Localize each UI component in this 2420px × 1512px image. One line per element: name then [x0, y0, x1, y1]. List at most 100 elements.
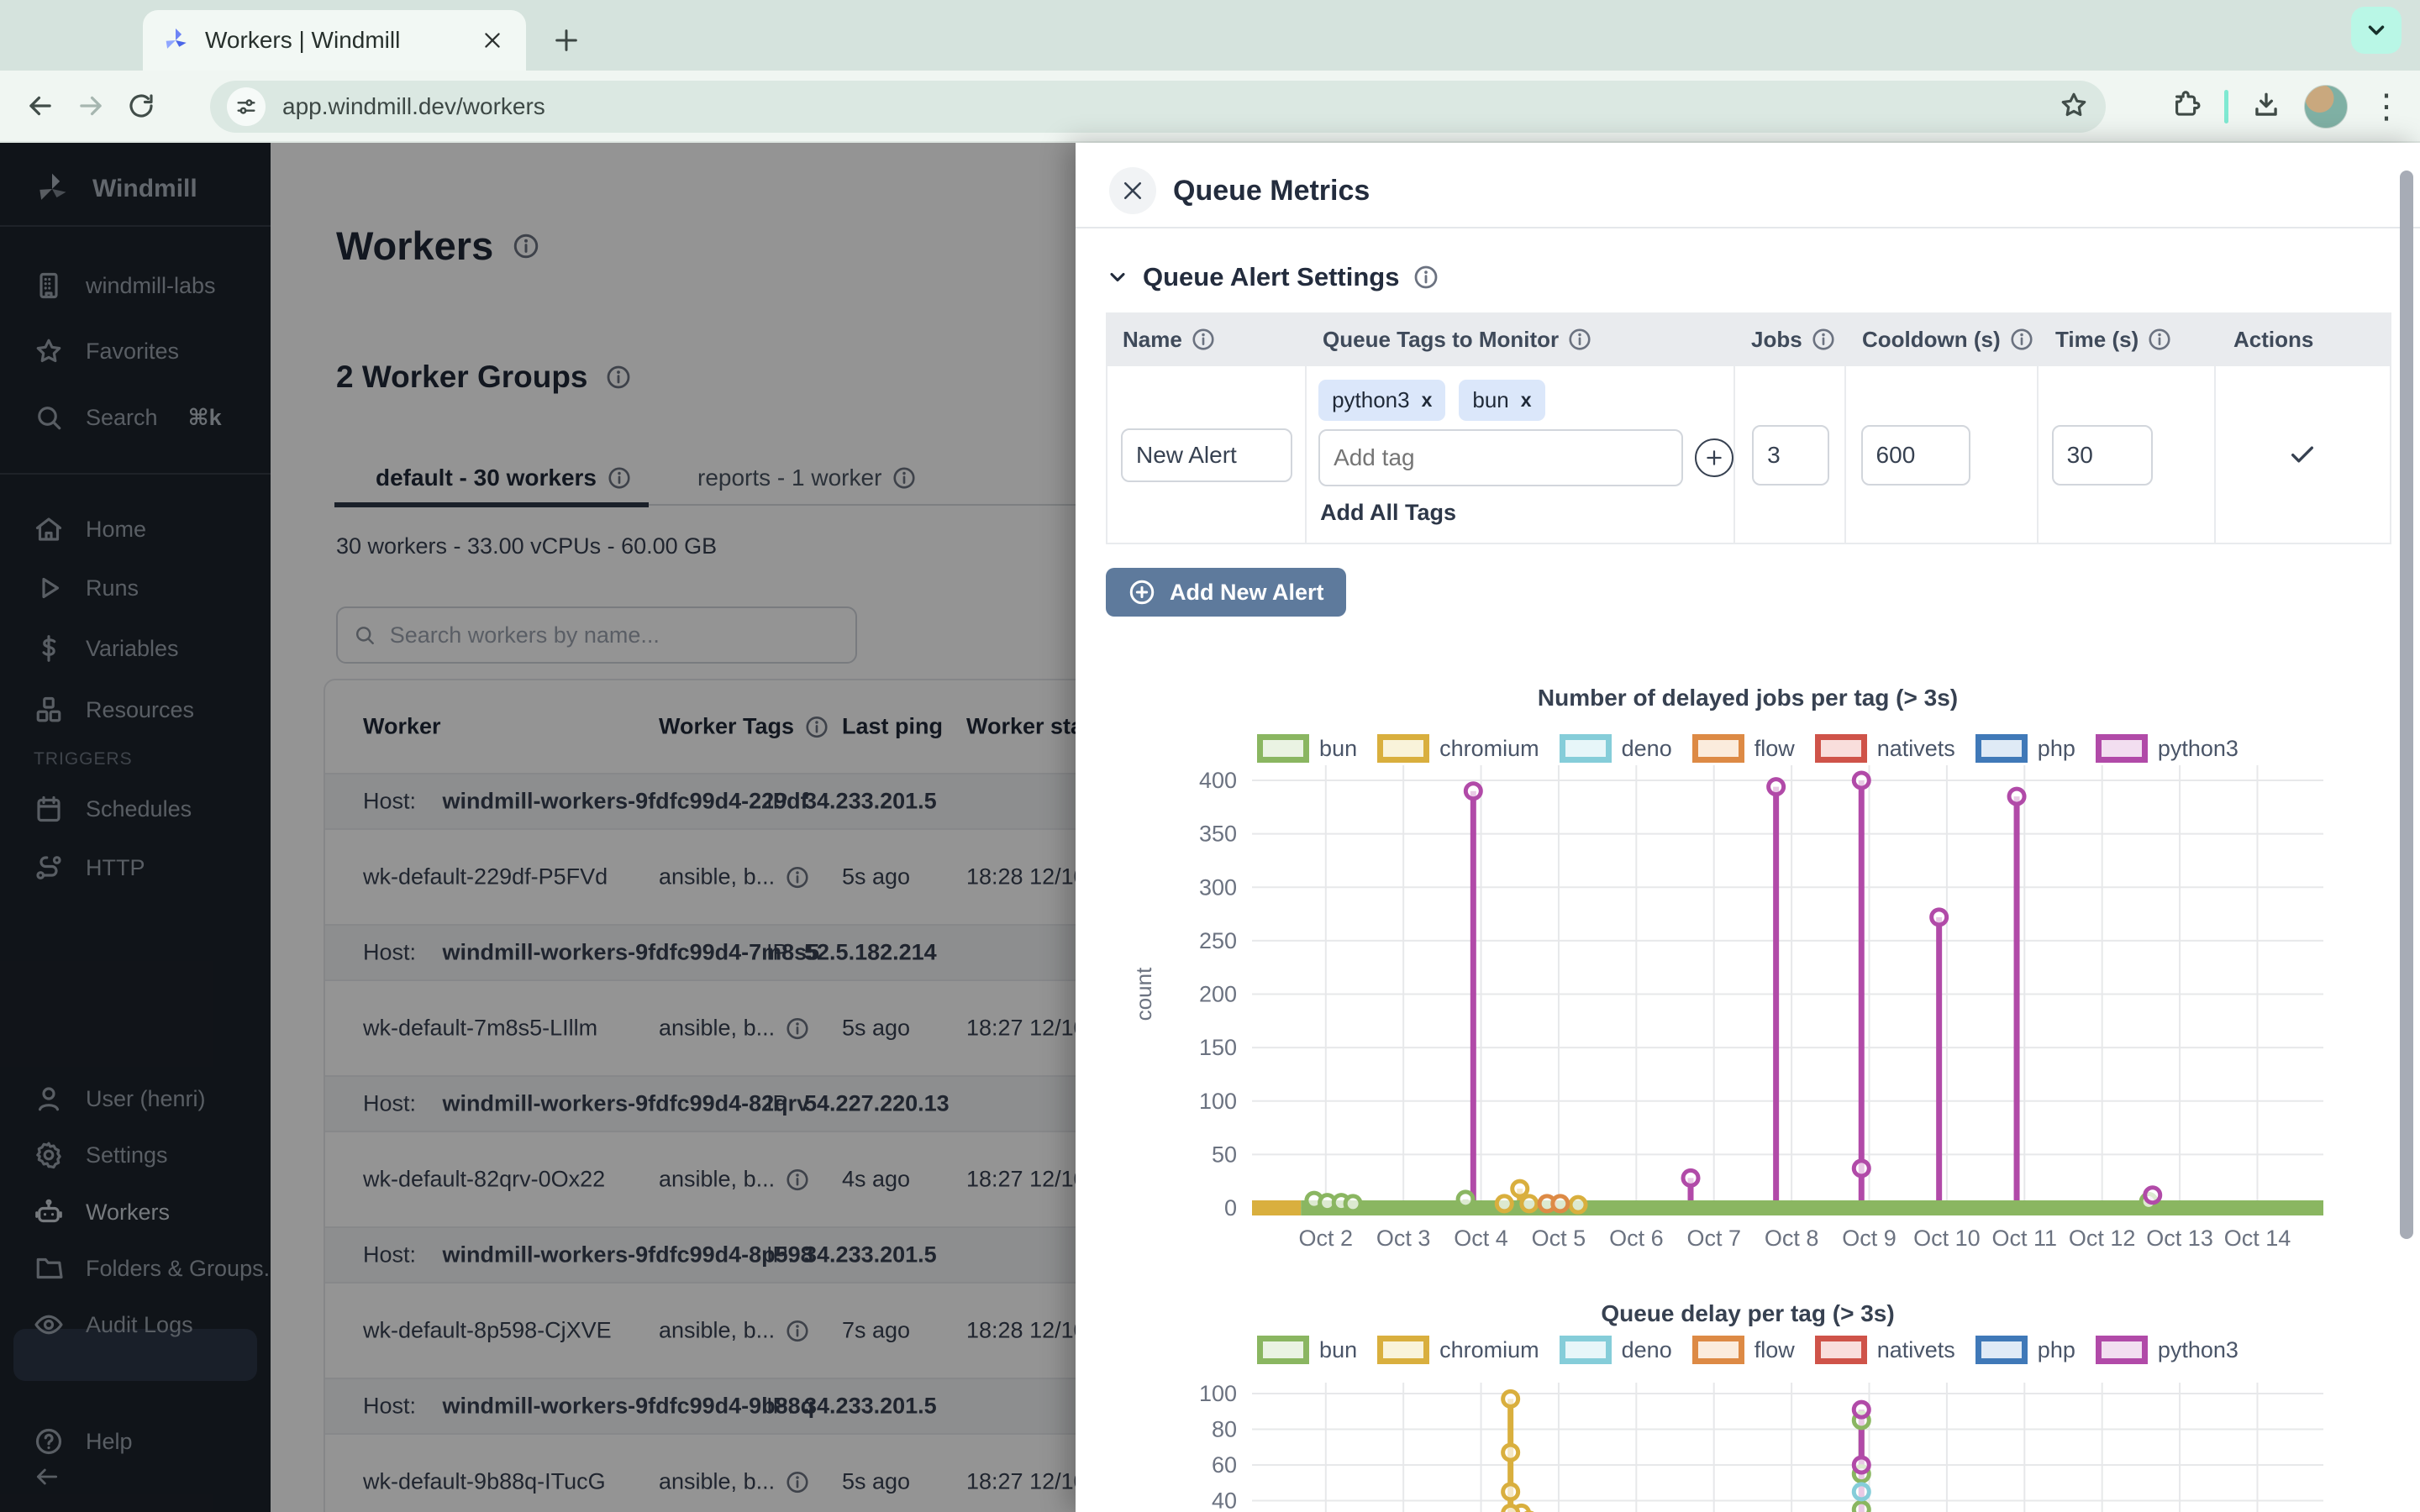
- add-tag-input[interactable]: [1318, 429, 1683, 486]
- tag-pill-python3: python3x: [1318, 380, 1445, 421]
- legend-swatch: [1377, 734, 1429, 763]
- info-icon[interactable]: [2147, 327, 2172, 352]
- section-title: Queue Alert Settings: [1143, 262, 1399, 292]
- url-bar[interactable]: app.windmill.dev/workers: [210, 81, 2106, 133]
- legend-swatch: [1560, 734, 1612, 763]
- col-jobs: Jobs: [1734, 327, 1845, 353]
- delayed-jobs-chart: Oct 2Oct 3Oct 4Oct 5Oct 6Oct 7Oct 8Oct 9…: [1118, 760, 2378, 1277]
- remove-tag-icon[interactable]: x: [1521, 389, 1532, 412]
- time-input[interactable]: [2052, 425, 2153, 486]
- col-queue-tags: Queue Tags to Monitor: [1306, 327, 1734, 353]
- svg-text:Oct 3: Oct 3: [1376, 1226, 1431, 1251]
- chevron-down-icon[interactable]: [1106, 265, 1129, 289]
- modal-dim-overlay[interactable]: [0, 143, 1076, 1512]
- legend-label: flow: [1754, 736, 1795, 762]
- legend-item-chromium: chromium: [1377, 734, 1539, 763]
- drawer-title: Queue Metrics: [1173, 175, 1370, 207]
- drawer-scrollbar[interactable]: [2400, 171, 2413, 1239]
- add-tag-button[interactable]: [1695, 438, 1733, 477]
- svg-text:Oct 13: Oct 13: [2146, 1226, 2213, 1251]
- forward-icon[interactable]: [66, 81, 116, 131]
- legend-item-flow: flow: [1692, 734, 1795, 763]
- svg-text:Oct 14: Oct 14: [2224, 1226, 2291, 1251]
- legend-label: nativets: [1877, 736, 1955, 762]
- drawer-close-button[interactable]: [1109, 167, 1156, 214]
- alert-row: python3x bunx Add All Tags: [1106, 366, 2391, 544]
- svg-text:Oct 11: Oct 11: [1992, 1226, 2058, 1251]
- reload-icon[interactable]: [116, 81, 166, 131]
- svg-text:Oct 9: Oct 9: [1842, 1226, 1897, 1251]
- legend-item-php: php: [1975, 734, 2075, 763]
- avatar[interactable]: [2304, 85, 2348, 129]
- delayed-jobs-chart-legend: bunchromiumdenoflownativetsphppython3: [1118, 734, 2378, 763]
- remove-tag-icon[interactable]: x: [1422, 389, 1433, 412]
- browser-tab[interactable]: Workers | Windmill: [143, 10, 526, 71]
- svg-text:80: 80: [1212, 1417, 1237, 1442]
- info-icon[interactable]: [1811, 327, 1836, 352]
- svg-text:400: 400: [1199, 768, 1237, 793]
- info-icon[interactable]: [1567, 327, 1592, 352]
- downloads-icon[interactable]: [2250, 89, 2282, 125]
- legend-item-python3: python3: [2096, 1336, 2238, 1364]
- legend-swatch: [2096, 1336, 2148, 1364]
- svg-text:0: 0: [1224, 1195, 1237, 1221]
- legend-swatch: [1257, 1336, 1309, 1364]
- browser-toolbar: app.windmill.dev/workers: [0, 71, 2420, 143]
- tab-search-chevron-icon[interactable]: [2351, 7, 2402, 54]
- cooldown-input[interactable]: [1861, 425, 1970, 486]
- legend-swatch: [1975, 1336, 2028, 1364]
- svg-text:Oct 4: Oct 4: [1454, 1226, 1508, 1251]
- toolbar-right-cluster: ⋮: [2170, 71, 2403, 143]
- bookmark-star-icon[interactable]: [2059, 90, 2089, 124]
- legend-item-nativets: nativets: [1815, 734, 1955, 763]
- queue-delay-chart-legend: bun chromium deno flow nativets php python3: [1118, 1336, 2378, 1364]
- legend-label: nativets: [1877, 1337, 1955, 1363]
- legend-label: chromium: [1439, 736, 1539, 762]
- info-icon[interactable]: [1191, 327, 1216, 352]
- legend-label: php: [2038, 1337, 2075, 1363]
- alert-name-input[interactable]: [1121, 428, 1292, 482]
- legend-item-python3: python3: [2096, 734, 2238, 763]
- queue-metrics-drawer: Queue Metrics Queue Alert Settings Name …: [1076, 143, 2420, 1512]
- alert-table-header: Name Queue Tags to Monitor Jobs Cooldown…: [1106, 312, 2391, 366]
- url-text: app.windmill.dev/workers: [282, 93, 2042, 120]
- legend-swatch: [1377, 1336, 1429, 1364]
- svg-text:Oct 10: Oct 10: [1913, 1226, 1981, 1251]
- queue-alert-settings-section: Queue Alert Settings: [1106, 262, 1439, 292]
- svg-text:50: 50: [1212, 1142, 1237, 1167]
- legend-swatch: [1692, 1336, 1744, 1364]
- col-name: Name: [1106, 327, 1306, 353]
- menu-kebab-icon[interactable]: ⋮: [2370, 90, 2403, 123]
- legend-swatch: [1560, 1336, 1612, 1364]
- legend-label: python3: [2158, 736, 2238, 762]
- jobs-input[interactable]: [1752, 425, 1829, 486]
- site-settings-icon[interactable]: [227, 87, 266, 126]
- back-icon[interactable]: [15, 81, 66, 131]
- add-all-tags-link[interactable]: Add All Tags: [1320, 500, 1733, 526]
- legend-label: python3: [2158, 1337, 2238, 1363]
- legend-item-nativets: nativets: [1815, 1336, 1955, 1364]
- new-tab-button[interactable]: [544, 18, 588, 62]
- legend-label: deno: [1622, 1337, 1672, 1363]
- legend-item-bun: bun: [1257, 1336, 1357, 1364]
- legend-label: chromium: [1439, 1337, 1539, 1363]
- legend-item-flow: flow: [1692, 1336, 1795, 1364]
- svg-text:60: 60: [1212, 1452, 1237, 1478]
- legend-label: flow: [1754, 1337, 1795, 1363]
- confirm-check-icon[interactable]: [2288, 440, 2317, 469]
- svg-text:250: 250: [1199, 928, 1237, 953]
- alert-settings-table: Name Queue Tags to Monitor Jobs Cooldown…: [1106, 312, 2391, 544]
- svg-text:150: 150: [1199, 1035, 1237, 1060]
- info-icon[interactable]: [2009, 327, 2034, 352]
- extensions-icon[interactable]: [2170, 89, 2202, 125]
- info-icon[interactable]: [1413, 264, 1439, 291]
- legend-item-php: php: [1975, 1336, 2075, 1364]
- legend-swatch: [1815, 734, 1867, 763]
- tab-close-icon[interactable]: [477, 25, 508, 55]
- svg-text:300: 300: [1199, 874, 1237, 900]
- queue-delay-chart: Oct 2Oct 3Oct 4Oct 5Oct 6Oct 7Oct 8Oct 9…: [1118, 1379, 2378, 1512]
- svg-text:40: 40: [1212, 1488, 1237, 1512]
- svg-text:Oct 7: Oct 7: [1686, 1226, 1741, 1251]
- legend-item-bun: bun: [1257, 734, 1357, 763]
- add-new-alert-button[interactable]: Add New Alert: [1106, 568, 1346, 617]
